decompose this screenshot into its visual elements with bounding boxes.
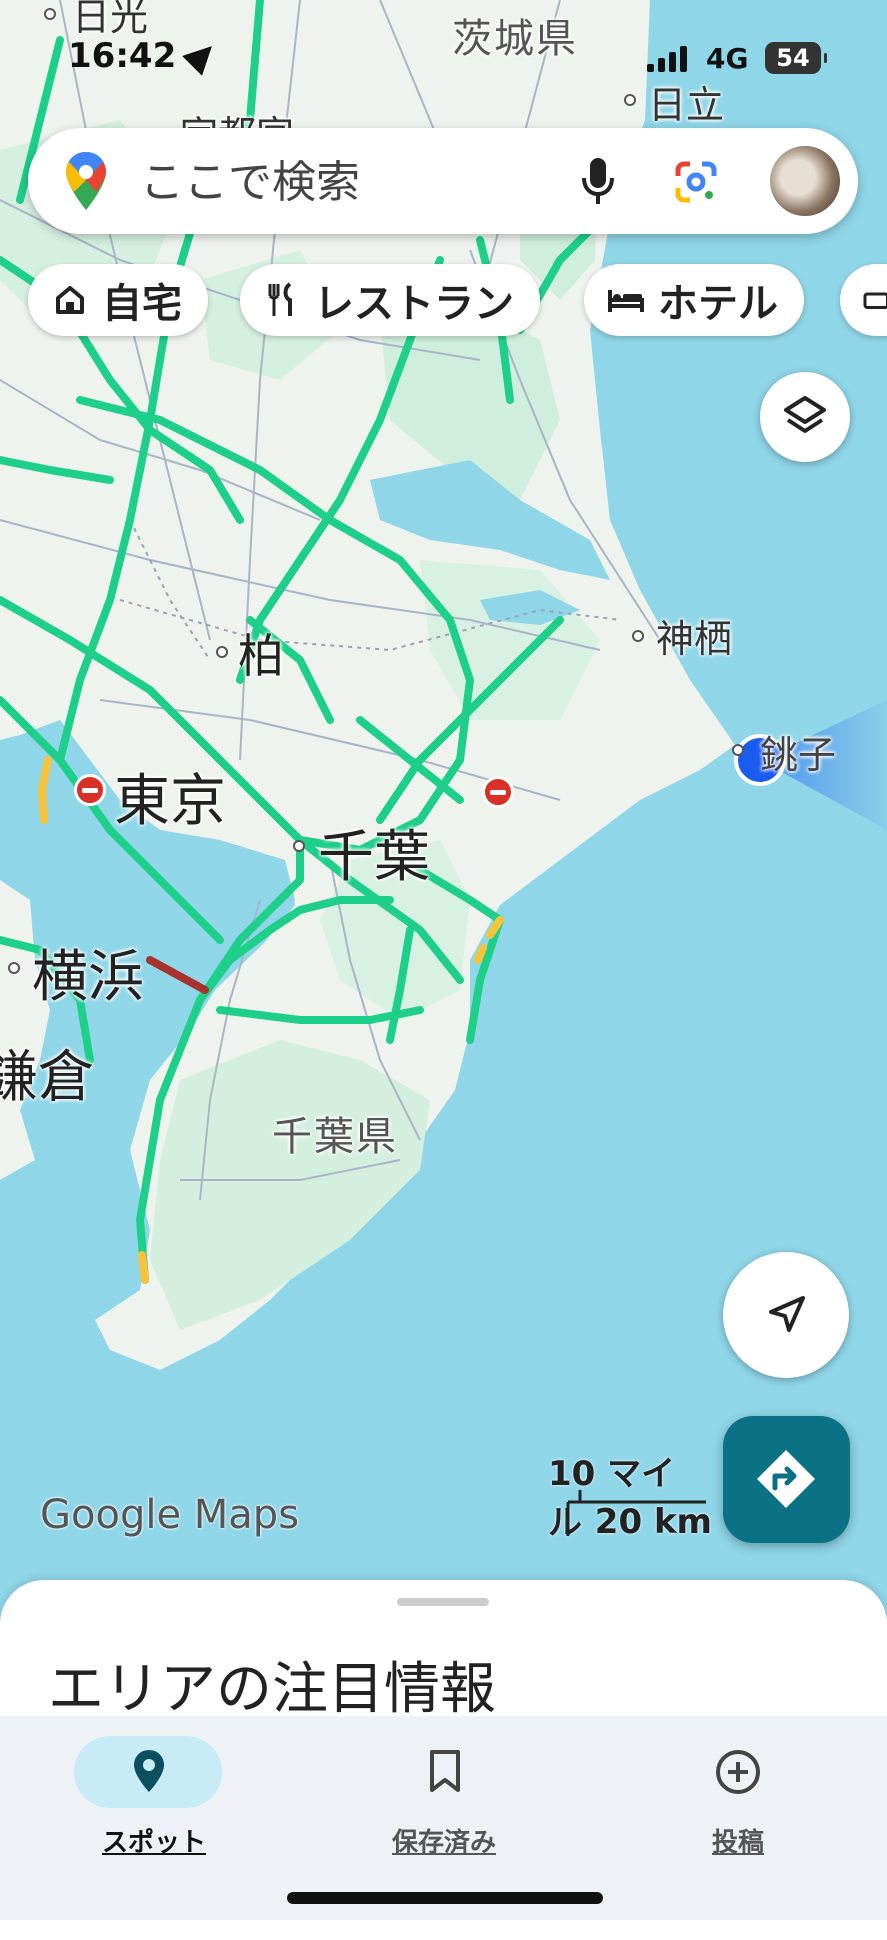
cellular-signal-icon [647,46,691,72]
add-circle-icon [716,1750,760,1794]
map-label-tokyo: 東京 [114,769,226,834]
choshi-dot [732,744,744,756]
search-bar[interactable] [28,128,858,234]
map-label-hitachi: 日立 [648,83,725,127]
map-label-kashiwa: 柏 [238,629,284,683]
layers-icon [784,396,826,433]
microphone-icon[interactable] [580,156,616,206]
battery-icon: 54 [765,42,827,74]
kashiwa-dot [216,646,228,658]
directions-icon [757,1450,815,1508]
avatar[interactable] [770,146,840,216]
category-chips: 自宅 レストラン ホテル [28,264,887,336]
home-indicator[interactable] [287,1892,603,1904]
watermark-product: Maps [193,1492,300,1538]
sheet-title: エリアの注目情報 [48,1657,496,1722]
directions-button[interactable] [723,1416,850,1543]
road-closure-icon[interactable] [74,774,106,806]
kamisu-dot [632,630,644,642]
chip-restaurant[interactable]: レストラン [240,264,540,336]
bottom-navigation: スポット 保存済み 投稿 [0,1716,887,1920]
map-scale: 10 マイル 20 km [548,1446,712,1546]
chip-restaurant-label: レストラン [314,281,514,327]
battery-level: 54 [776,44,810,72]
chip-home-label: 自宅 [102,281,182,327]
google-maps-watermark: Google Maps [40,1492,299,1538]
restaurant-icon [268,282,292,316]
network-type: 4G [706,42,749,75]
layers-button[interactable] [760,372,850,462]
nav-explore[interactable]: スポット [44,1726,264,1866]
nav-saved-label: 保存済み [391,1828,496,1858]
nav-contribute-label: 投稿 [711,1828,764,1858]
bookmark-icon [430,1750,460,1792]
road-closure-icon[interactable] [482,776,514,808]
chip-hotel[interactable]: ホテル [584,264,804,336]
watermark-brand: Google [40,1492,182,1538]
search-input[interactable] [138,146,562,218]
status-time: 16:42 [68,36,177,76]
navigation-arrow-icon [769,1296,805,1332]
map-label-yokohama: 横浜 [32,945,144,1010]
home-icon [56,286,84,314]
more-category-icon [863,292,887,309]
map-label-kamisu: 神栖 [656,617,733,661]
sheet-drag-handle[interactable] [397,1598,489,1606]
google-lens-icon[interactable] [672,158,720,206]
scale-km: 20 km [594,1502,712,1542]
nav-saved[interactable]: 保存済み [334,1726,554,1866]
nikko-dot [44,8,56,20]
map-label-kamakura: 鎌倉 [0,1045,94,1110]
map-label-ibaraki-pref: 茨城県 [452,16,578,62]
chip-hotel-label: ホテル [658,281,778,327]
map-label-chiba-pref: 千葉県 [272,1114,398,1160]
my-location-button[interactable] [723,1252,849,1378]
google-maps-logo-icon [66,152,106,210]
chiba-dot [293,840,305,852]
pin-icon [134,1750,164,1792]
map-label-choshi: 銚子 [760,733,837,777]
chip-more[interactable] [840,264,887,336]
nav-contribute[interactable]: 投稿 [628,1726,848,1866]
nav-explore-label: スポット [101,1828,206,1858]
map-label-chiba: 千葉 [318,825,430,890]
hitachi-dot [624,94,636,106]
hotel-icon [608,290,644,312]
map-label-nikko: 日光 [72,0,149,39]
yokohama-dot [8,962,20,974]
chip-home[interactable]: 自宅 [28,264,208,336]
